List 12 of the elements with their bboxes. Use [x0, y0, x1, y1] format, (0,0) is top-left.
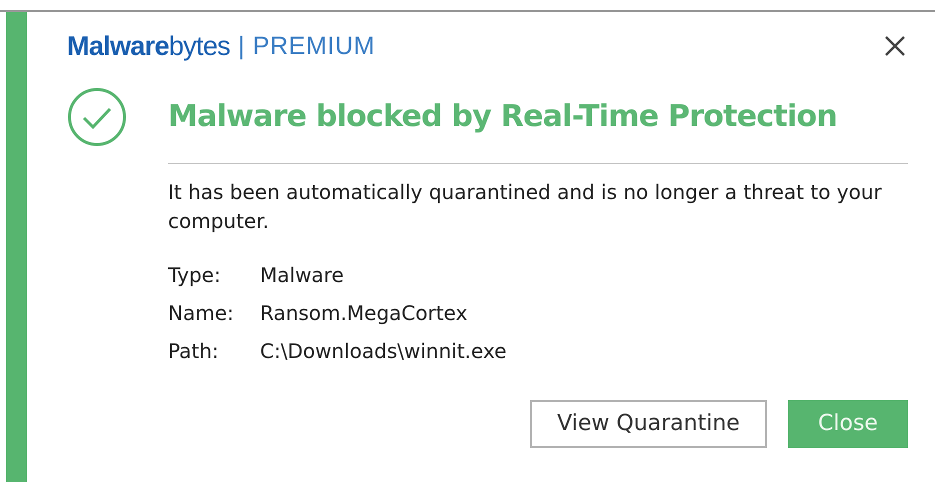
alert-title: Malware blocked by Real-Time Protection	[168, 98, 837, 136]
detail-label: Path:	[168, 338, 220, 364]
check-circle-icon	[67, 86, 127, 146]
view-quarantine-button[interactable]: View Quarantine	[530, 400, 767, 448]
brand-logo: Malwarebytes	[67, 30, 230, 63]
detail-value: Ransom.MegaCortex	[260, 300, 468, 326]
alert-message: It has been automatically quarantined and is no longer a threat to your computer.	[168, 178, 883, 234]
detail-value: C:\Downloads\winnit.exe	[260, 338, 507, 364]
detail-value: Malware	[260, 262, 344, 288]
detail-label: Name:	[168, 300, 235, 326]
detail-label: Type:	[168, 262, 222, 288]
edition-label: | PREMIUM	[238, 30, 376, 62]
